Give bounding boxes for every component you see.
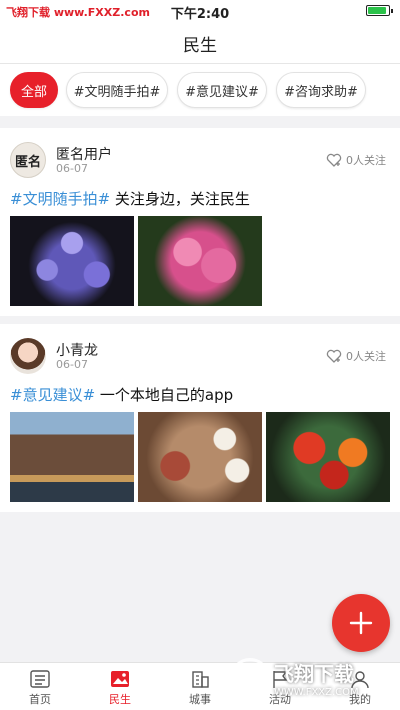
tab-home[interactable]: 首页 <box>0 663 80 710</box>
tab-label: 民生 <box>109 693 131 706</box>
page-title: 民生 <box>183 36 217 56</box>
navigation-bar: 民生 <box>0 22 400 64</box>
status-time: 下午2:40 <box>170 7 230 22</box>
filter-chip-civilized-photo[interactable]: #文明随手拍# <box>66 72 168 108</box>
battery-icon <box>366 5 393 16</box>
follow-count: 0人关注 <box>346 154 386 167</box>
tab-label: 首页 <box>29 693 51 706</box>
watermark-name: 飞翔下载 <box>274 662 354 686</box>
follow-button[interactable]: 0人关注 <box>326 152 386 168</box>
filter-bar: 全部 #文明随手拍# #意见建议# #咨询求助# <box>0 64 400 116</box>
post-body: 一个本地自己的app <box>99 386 234 404</box>
post-date: 06-07 <box>56 358 88 371</box>
heart-plus-icon <box>326 153 342 167</box>
filter-chip-suggestion[interactable]: #意见建议# <box>177 72 267 108</box>
watermark-overlay: 飞翔下载 WWW.FXXZ.COM <box>230 650 400 706</box>
status-bar: 飞翔下载 www.FXXZ.com 下午2:40 <box>0 0 400 22</box>
pink-hydrangea-photo[interactable] <box>138 216 262 306</box>
post-text[interactable]: #意见建议# 一个本地自己的app <box>10 384 233 405</box>
avatar[interactable] <box>10 338 46 374</box>
add-post-button[interactable] <box>332 594 390 652</box>
post-card[interactable]: 匿名 匿名用户 06-07 0人关注 #文明随手拍# 关注身边，关注民生 <box>0 128 400 316</box>
image-icon <box>111 671 129 687</box>
follow-count: 0人关注 <box>346 350 386 363</box>
watermark-url: WWW.FXXZ.COM <box>274 687 359 698</box>
plus-icon <box>349 611 373 635</box>
post-text[interactable]: #文明随手拍# 关注身边，关注民生 <box>10 188 250 209</box>
post-hashtag[interactable]: #意见建议# <box>10 386 95 404</box>
agapanthus-flower-photo[interactable] <box>10 216 134 306</box>
heart-plus-icon <box>326 349 342 363</box>
red-flowers-photo[interactable] <box>266 412 390 502</box>
list-icon <box>30 670 50 688</box>
filter-chip-all[interactable]: 全部 <box>10 72 58 108</box>
post-username[interactable]: 小青龙 <box>56 340 98 360</box>
follow-button[interactable]: 0人关注 <box>326 348 386 364</box>
post-date: 06-07 <box>56 162 88 175</box>
post-username[interactable]: 匿名用户 <box>56 144 112 164</box>
tab-city[interactable]: 城事 <box>160 663 240 710</box>
post-hashtag[interactable]: #文明随手拍# <box>10 190 110 208</box>
avatar[interactable]: 匿名 <box>10 142 46 178</box>
post-body: 关注身边，关注民生 <box>114 190 250 208</box>
building-icon <box>192 671 209 688</box>
canal-houses-photo[interactable] <box>10 412 134 502</box>
tab-label: 城事 <box>189 693 211 706</box>
post-card[interactable]: 小青龙 06-07 0人关注 #意见建议# 一个本地自己的app <box>0 324 400 512</box>
filter-chip-help[interactable]: #咨询求助# <box>276 72 366 108</box>
tab-minsheng[interactable]: 民生 <box>80 663 160 710</box>
watermark-logo-icon <box>230 658 270 698</box>
tea-set-photo[interactable] <box>138 412 262 502</box>
